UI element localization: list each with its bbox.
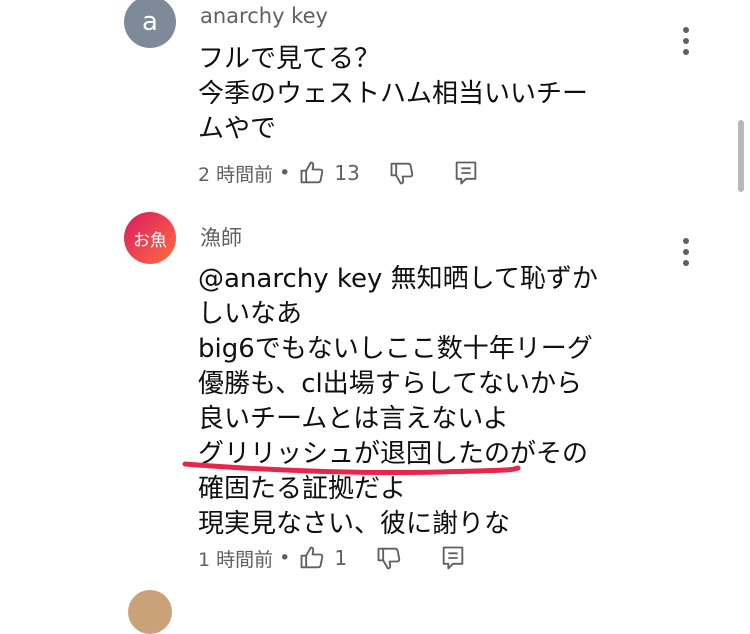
avatar-label: お魚 xyxy=(133,230,167,251)
avatar-letter: a xyxy=(142,7,158,37)
avatar[interactable]: a xyxy=(124,0,176,48)
thumbs-down-icon[interactable] xyxy=(375,544,403,572)
comment-line: グリリッシュが退団したのがその xyxy=(198,439,589,469)
comment-line: @anarchy key 無知晒して恥ずか xyxy=(198,264,598,294)
separator: • xyxy=(279,162,291,184)
avatar[interactable]: お魚 xyxy=(124,212,176,264)
comment-author[interactable]: 漁師 xyxy=(200,222,242,252)
thumbs-up-icon[interactable] xyxy=(298,544,326,572)
comment-line: 確固たる証拠だよ xyxy=(198,474,407,504)
comment-line: 良いチームとは言えないよ xyxy=(198,404,509,434)
timestamp: 1 時間前 xyxy=(198,548,274,571)
comment-author[interactable]: anarchy key xyxy=(200,4,328,28)
comment-line: 優勝も、cl出場すらしてないから xyxy=(198,369,582,399)
comment-line: 現実見なさい、彼に謝りな xyxy=(198,509,511,539)
comment-text: @anarchy key 無知晒して恥ずか しいなあ big6でもないしここ数十… xyxy=(198,262,598,542)
like-count: 1 xyxy=(334,546,348,570)
scrollbar[interactable] xyxy=(738,120,744,192)
more-vert-icon[interactable] xyxy=(680,238,692,266)
like-count: 13 xyxy=(334,161,360,185)
comment-line: フルで見てる？ xyxy=(198,44,381,74)
comment-line: しいなあ xyxy=(198,299,303,329)
thumbs-up-icon[interactable] xyxy=(298,159,326,187)
comment-toolbar: 1 時間前 • 1 xyxy=(198,543,467,573)
comment-toolbar: 2 時間前 • 13 xyxy=(198,158,480,188)
comment-line: ムやで xyxy=(198,114,277,144)
comment-text: フルで見てる？ 今季のウェストハム相当いいチー ムやで xyxy=(198,42,588,147)
separator: • xyxy=(279,547,291,569)
comment-line: big6でもないしここ数十年リーグ xyxy=(198,334,593,364)
thumbs-down-icon[interactable] xyxy=(388,159,416,187)
reply-icon[interactable] xyxy=(452,159,480,187)
reply-icon[interactable] xyxy=(439,544,467,572)
avatar[interactable] xyxy=(128,590,172,634)
more-vert-icon[interactable] xyxy=(680,27,692,55)
comment-line: 今季のウェストハム相当いいチー xyxy=(198,79,589,109)
timestamp: 2 時間前 xyxy=(198,163,274,186)
